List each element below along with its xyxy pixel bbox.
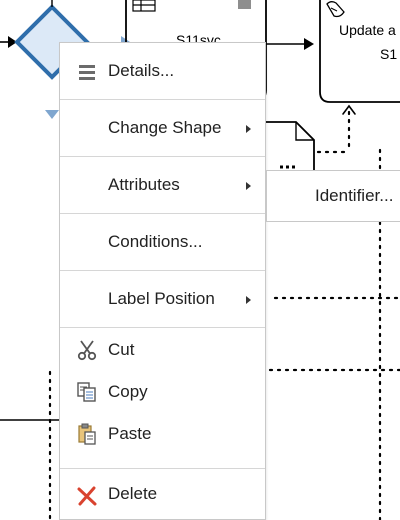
menu-item-change-shape[interactable]: Change Shape bbox=[60, 100, 265, 156]
menu-item-paste[interactable]: Paste bbox=[60, 413, 265, 455]
submenu-item-label: Identifier... bbox=[315, 186, 394, 205]
menu-separator bbox=[60, 327, 265, 328]
menu-item-label: Paste bbox=[108, 424, 152, 443]
menu-item-label: Cut bbox=[108, 340, 135, 359]
submenu-item-identifier[interactable]: Identifier... bbox=[267, 171, 400, 221]
submenu-arrow-icon bbox=[246, 125, 251, 133]
menu-item-label: Attributes bbox=[108, 175, 180, 194]
delete-icon bbox=[77, 486, 97, 506]
menu-item-label: Copy bbox=[108, 382, 148, 401]
menu-item-conditions[interactable]: Conditions... bbox=[60, 214, 265, 270]
table-icon bbox=[132, 0, 156, 12]
menu-item-label: Details... bbox=[108, 61, 175, 80]
task-label-update-line1: Update a bbox=[339, 22, 396, 38]
script-icon bbox=[326, 1, 345, 18]
copy-icon bbox=[77, 382, 96, 402]
menu-item-label: Change Shape bbox=[108, 118, 222, 137]
sequence-flow-tasks[interactable] bbox=[266, 38, 314, 50]
scissors-icon bbox=[77, 340, 97, 361]
menu-item-details[interactable]: Details... bbox=[60, 43, 265, 99]
attributes-submenu: Identifier... bbox=[266, 170, 400, 222]
menu-item-attributes[interactable]: Attributes bbox=[60, 157, 265, 213]
menu-item-label-position[interactable]: Label Position bbox=[60, 271, 265, 327]
submenu-arrow-icon bbox=[246, 296, 251, 304]
context-menu: Details... Change Shape Attributes Condi… bbox=[59, 42, 266, 520]
submenu-arrow-icon bbox=[246, 182, 251, 190]
data-object[interactable] bbox=[266, 121, 315, 170]
menu-item-label: Delete bbox=[108, 484, 158, 503]
selection-handle-bottom[interactable] bbox=[45, 110, 59, 119]
menu-item-label: Conditions... bbox=[108, 232, 203, 251]
gray-marker bbox=[238, 0, 251, 9]
menu-item-copy[interactable]: Copy bbox=[60, 371, 265, 413]
paste-icon bbox=[78, 423, 96, 445]
task-label-update-line2: S1 bbox=[380, 46, 398, 62]
menu-item-delete[interactable]: Delete bbox=[60, 469, 265, 519]
menu-item-label: Label Position bbox=[108, 289, 215, 308]
menu-item-cut[interactable]: Cut bbox=[60, 329, 265, 371]
details-icon bbox=[79, 65, 95, 80]
